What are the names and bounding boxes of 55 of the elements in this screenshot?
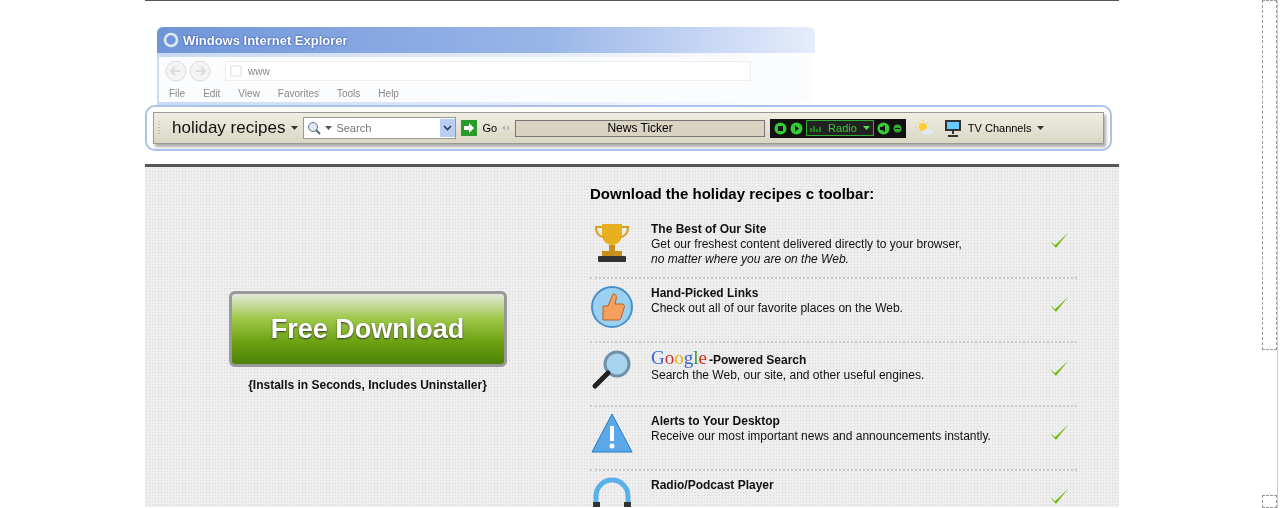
grip-icon: [158, 120, 161, 136]
station-dropdown[interactable]: Radio: [806, 120, 874, 136]
feature-title: Hand-Picked Links: [651, 286, 759, 301]
feature-description: Receive our most important news and announcements instantly.: [651, 429, 992, 444]
feature-description: Get our freshest content delivered directly to your browser,: [651, 237, 963, 252]
weather-icon: [914, 120, 935, 136]
scroll-down-button[interactable]: [1262, 495, 1277, 508]
feature-title: Alerts to Your Desktop: [651, 414, 780, 429]
window-title: Windows Internet Explorer: [183, 32, 348, 48]
brand-menu[interactable]: holiday recipes: [172, 118, 299, 138]
monitor-icon: [943, 119, 962, 137]
stop-icon: [774, 121, 788, 135]
scrollbar[interactable]: [1262, 0, 1278, 508]
menu-item[interactable]: File: [169, 88, 186, 99]
arrow-right-icon: [461, 120, 478, 136]
menu-item[interactable]: Help: [378, 88, 399, 99]
thumbs-up-icon: [590, 284, 634, 328]
menu-item[interactable]: View: [238, 88, 260, 99]
warning-icon: [590, 412, 634, 456]
browser-logo-icon: [163, 32, 179, 48]
feature-description: Search the Web, our site, and other useful engines.: [651, 368, 926, 383]
equalizer-icon: [810, 124, 823, 132]
volume-icon: [876, 121, 890, 135]
menu-item[interactable]: Edit: [203, 88, 221, 99]
tv-channels-menu[interactable]: TV Channels: [943, 119, 1045, 137]
menu-item[interactable]: Favorites: [277, 88, 319, 99]
free-download-button[interactable]: Free Download: [228, 291, 507, 367]
caret-icon: [291, 126, 299, 130]
features-heading: Download the holiday recipes c toolbar:: [590, 185, 876, 202]
address-bar[interactable]: www: [225, 61, 751, 81]
install-note: {Installs in Seconds, Includes Uninstaller}: [248, 378, 487, 392]
minus-icon: [892, 123, 902, 133]
play-icon: [790, 121, 804, 135]
feature-title: Radio/Podcast Player: [651, 478, 774, 493]
feature-title: -Powered Search: [708, 353, 807, 368]
search-icon: [307, 121, 322, 135]
page-icon: [230, 65, 242, 77]
back-icon: [165, 60, 187, 82]
feature-note: no matter where you are on the Web.: [651, 252, 850, 267]
news-ticker[interactable]: News Ticker: [515, 119, 766, 137]
dropdown-button[interactable]: [440, 119, 456, 137]
feature-description: Check out all of our favorite places on the Web.: [651, 301, 904, 316]
resize-icon: [502, 123, 511, 133]
go-button[interactable]: Go: [461, 120, 498, 136]
caret-icon: [1037, 126, 1045, 130]
feature-title: The Best of Our Site: [651, 222, 767, 237]
chevron-icon: [443, 125, 453, 131]
search-input[interactable]: Search: [336, 122, 429, 134]
search-box[interactable]: Search: [303, 117, 457, 139]
caret-icon: [862, 126, 870, 130]
headphones-icon: [590, 476, 634, 507]
scrollbar-thumb[interactable]: [1262, 0, 1277, 350]
menu-item[interactable]: Tools: [337, 88, 361, 99]
forward-icon: [189, 60, 211, 82]
caret-icon: [325, 126, 333, 130]
